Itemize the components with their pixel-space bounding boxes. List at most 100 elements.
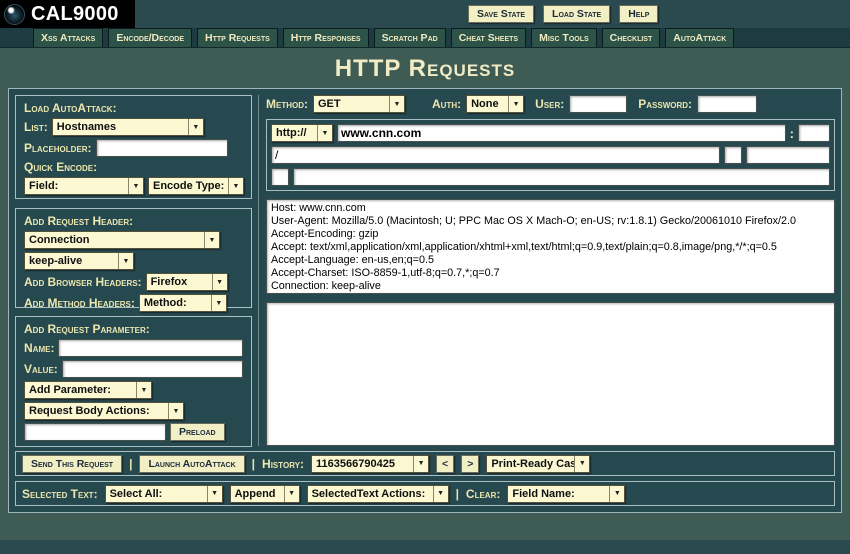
placeholder-row: Placeholder: xyxy=(24,139,243,157)
separator: | xyxy=(252,457,255,471)
encode-type-select-value: Encode Type: xyxy=(149,180,228,192)
append-select[interactable]: Append ▼ xyxy=(230,485,300,503)
add-request-header-panel: Add Request Header: Connection ▼ keep-al… xyxy=(15,208,252,308)
dropdown-arrow-icon: ▼ xyxy=(433,486,448,502)
port-input[interactable] xyxy=(798,124,830,142)
browser-headers-row: Add Browser Headers: Firefox ▼ xyxy=(24,273,243,291)
selectedtext-actions-select[interactable]: SelectedText Actions: ▼ xyxy=(307,485,449,503)
history-label: History: xyxy=(262,457,304,471)
dropdown-arrow-icon: ▼ xyxy=(128,178,143,194)
add-parameter-select[interactable]: Add Parameter: ▼ xyxy=(24,381,152,399)
browser-select-value: Firefox xyxy=(147,276,212,288)
preload-button[interactable]: Preload xyxy=(170,423,225,441)
tab-xss-attacks[interactable]: Xss Attacks xyxy=(33,28,103,47)
send-history-bar: Send This Request | Launch AutoAttack | … xyxy=(15,451,835,476)
tab-scratch-pad[interactable]: Scratch Pad xyxy=(374,28,446,47)
tab-strip: Xss Attacks Encode/Decode Http Requests … xyxy=(0,28,850,48)
browser-select[interactable]: Firefox ▼ xyxy=(146,273,228,291)
list-select[interactable]: Hostnames ▼ xyxy=(52,118,204,136)
add-parameter-select-value: Add Parameter: xyxy=(25,384,136,396)
header-name-select[interactable]: Connection ▼ xyxy=(24,231,220,249)
load-state-button[interactable]: Load State xyxy=(543,5,610,23)
tab-checklist[interactable]: Checklist xyxy=(602,28,661,47)
logo: CAL9000 xyxy=(0,0,135,28)
url-row-host: http:// ▼ : xyxy=(271,124,830,142)
separator: | xyxy=(456,487,459,501)
query-separator-input[interactable] xyxy=(724,146,742,164)
print-ready-select[interactable]: Print-Ready Case ▼ xyxy=(486,455,590,473)
tab-http-requests[interactable]: Http Requests xyxy=(197,28,278,47)
history-select[interactable]: 1163566790425 ▼ xyxy=(311,455,429,473)
selectedtext-actions-select-value: SelectedText Actions: xyxy=(308,488,433,500)
launch-autoattack-button[interactable]: Launch AutoAttack xyxy=(139,455,244,473)
left-column: Load AutoAttack: List: Hostnames ▼ Place… xyxy=(15,95,259,446)
fragment-input[interactable] xyxy=(293,168,830,186)
quick-encode-row: Field: ▼ Encode Type: ▼ xyxy=(24,177,243,195)
save-state-button[interactable]: Save State xyxy=(468,5,534,23)
url-row-fragment xyxy=(271,168,830,186)
auth-select[interactable]: None ▼ xyxy=(466,95,524,113)
main-container: Load AutoAttack: List: Hostnames ▼ Place… xyxy=(8,88,842,513)
add-request-header-heading: Add Request Header: xyxy=(24,214,243,228)
help-button[interactable]: Help xyxy=(619,5,658,23)
quick-encode-heading: Quick Encode: xyxy=(24,160,243,174)
tab-misc-tools[interactable]: Misc Tools xyxy=(531,28,597,47)
path-input[interactable] xyxy=(271,146,720,164)
append-select-value: Append xyxy=(231,488,284,500)
header-value-row: keep-alive ▼ xyxy=(24,252,243,270)
url-builder: http:// ▼ : xyxy=(266,119,835,191)
password-input[interactable] xyxy=(697,95,757,113)
tab-cheat-sheets[interactable]: Cheat Sheets xyxy=(451,28,526,47)
header-name-row: Connection ▼ xyxy=(24,231,243,249)
clear-select-value: Field Name: xyxy=(508,488,609,500)
dropdown-arrow-icon: ▼ xyxy=(609,486,624,502)
fragment-separator-input[interactable] xyxy=(271,168,289,186)
header-name-select-value: Connection xyxy=(25,234,204,246)
placeholder-input[interactable] xyxy=(96,139,228,157)
history-next-button[interactable]: > xyxy=(461,455,479,473)
param-value-input[interactable] xyxy=(62,360,243,378)
password-label: Password: xyxy=(638,97,692,111)
preload-input[interactable] xyxy=(24,423,166,441)
protocol-select[interactable]: http:// ▼ xyxy=(271,124,333,142)
method-select[interactable]: GET ▼ xyxy=(313,95,405,113)
host-input[interactable] xyxy=(337,124,786,142)
field-select-value: Field: xyxy=(25,180,128,192)
dropdown-arrow-icon: ▼ xyxy=(204,232,219,248)
tab-encode-decode[interactable]: Encode/Decode xyxy=(108,28,192,47)
user-input[interactable] xyxy=(569,95,627,113)
encode-type-select[interactable]: Encode Type: ▼ xyxy=(148,177,244,195)
dropdown-arrow-icon: ▼ xyxy=(188,119,203,135)
dropdown-arrow-icon: ▼ xyxy=(413,456,428,472)
page-title: HTTP Requests xyxy=(0,48,850,88)
tab-autoattack[interactable]: AutoAttack xyxy=(665,28,734,47)
param-value-row: Value: xyxy=(24,360,243,378)
request-body-textarea[interactable] xyxy=(266,302,835,446)
method-label: Method: xyxy=(266,97,308,111)
list-label: List: xyxy=(24,120,48,134)
send-request-button[interactable]: Send This Request xyxy=(22,455,122,473)
dropdown-arrow-icon: ▼ xyxy=(207,486,222,502)
method-headers-select[interactable]: Method: ▼ xyxy=(139,294,227,312)
body-actions-row: Request Body Actions: ▼ xyxy=(24,402,243,420)
tab-http-responses[interactable]: Http Responses xyxy=(283,28,369,47)
add-method-headers-label: Add Method Headers: xyxy=(24,296,135,310)
clear-select[interactable]: Field Name: ▼ xyxy=(507,485,625,503)
param-value-label: Value: xyxy=(24,362,58,376)
query-input[interactable] xyxy=(746,146,830,164)
select-all-select[interactable]: Select All: ▼ xyxy=(105,485,223,503)
dropdown-arrow-icon: ▼ xyxy=(389,96,404,112)
dropdown-arrow-icon: ▼ xyxy=(284,486,299,502)
field-select[interactable]: Field: ▼ xyxy=(24,177,144,195)
history-prev-button[interactable]: < xyxy=(436,455,454,473)
dropdown-arrow-icon: ▼ xyxy=(212,274,227,290)
selected-text-label: Selected Text: xyxy=(22,487,98,501)
list-select-value: Hostnames xyxy=(53,121,188,133)
method-headers-select-value: Method: xyxy=(140,297,211,309)
clear-label: Clear: xyxy=(466,487,500,501)
header-value-select[interactable]: keep-alive ▼ xyxy=(24,252,134,270)
history-select-value: 1163566790425 xyxy=(312,458,413,470)
request-headers-textarea[interactable]: Host: www.cnn.com User-Agent: Mozilla/5.… xyxy=(266,199,835,294)
param-name-input[interactable] xyxy=(58,339,243,357)
request-body-actions-select[interactable]: Request Body Actions: ▼ xyxy=(24,402,184,420)
